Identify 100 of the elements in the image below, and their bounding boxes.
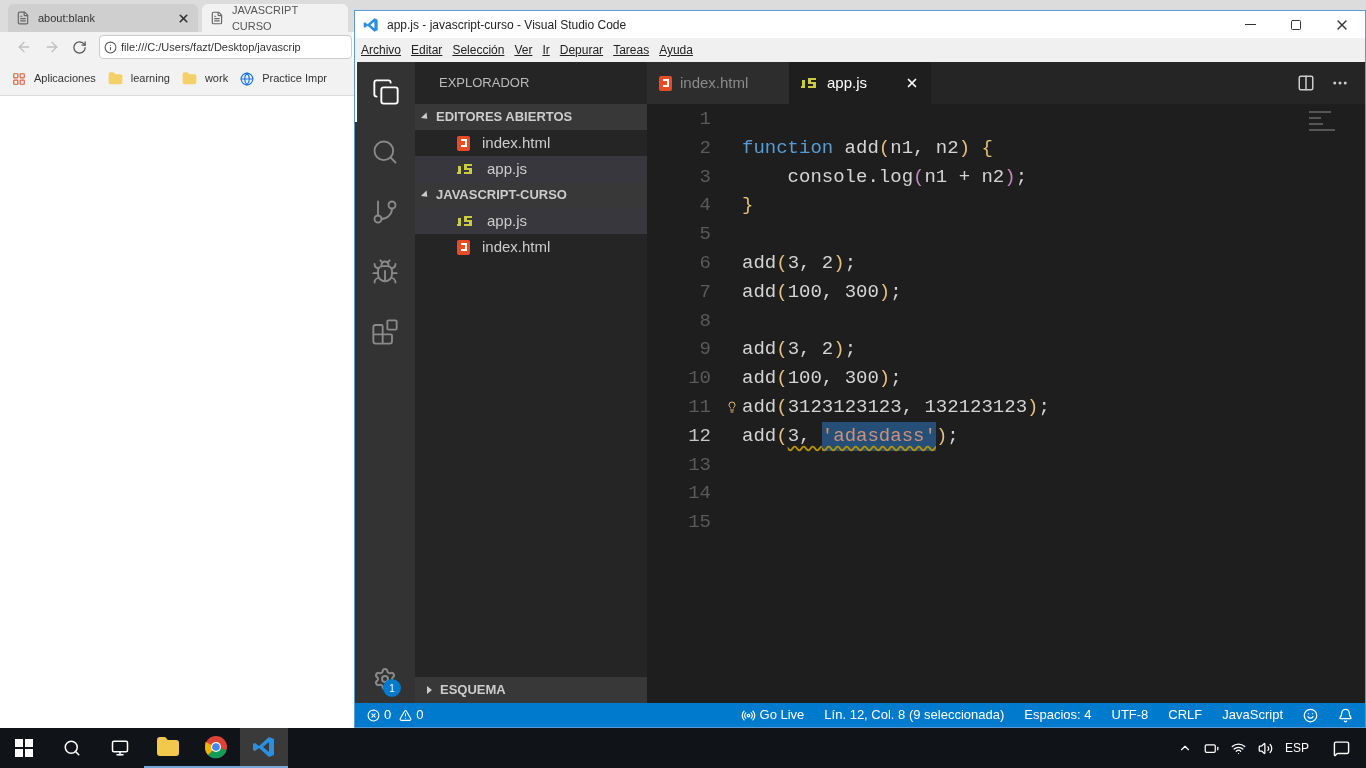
line-number: 7 [699,279,711,305]
notifications-icon[interactable] [1333,739,1350,757]
status-item[interactable]: Go Live [740,705,805,725]
close-icon[interactable] [177,11,190,25]
close-icon[interactable] [905,76,919,90]
folder-icon [107,71,123,86]
section-header[interactable]: JAVASCRIPT-CURSO [415,182,647,208]
bookmark[interactable]: Practice Impr [240,70,327,87]
windows-icon[interactable] [15,739,33,757]
js-file-icon [457,163,475,175]
code-token: add [742,423,777,449]
html-file-icon [457,135,470,151]
line-number: 9 [699,337,711,363]
menu-item[interactable]: Ver [514,41,533,59]
status-item[interactable]: UTF-8 [1111,705,1149,725]
code-token: ) [1027,394,1039,420]
language-indicator[interactable]: ESP [1285,739,1309,757]
maximize-icon [1290,18,1302,31]
search-icon [371,138,399,166]
status-item[interactable]: Lín. 12, Col. 8 (9 seleccionada) [824,705,1005,725]
code-token: ( [776,251,788,276]
error-icon [367,708,380,722]
browser-tab[interactable]: about:blank [8,4,198,32]
bookmark[interactable]: work [181,70,229,87]
code-token: ; [890,279,902,305]
line-number: 1 [699,107,711,132]
vscode-icon [252,735,276,759]
section-header[interactable]: ESQUEMA [415,677,647,703]
split-editor-icon[interactable] [1297,74,1315,92]
code-token: ) [935,423,948,449]
info-icon [104,40,117,54]
code-token: add [742,394,777,420]
window-title: app.js - javascript-curso - Visual Studio Code [387,16,627,34]
bookmark[interactable]: Aplicaciones [12,70,96,87]
code-token: { [980,135,993,161]
code-token: ( [878,135,891,161]
code-token: 100, 300 [787,279,879,305]
code-token: ) [833,337,845,363]
menu-item[interactable]: Archivo [361,41,401,59]
code-token: 100, 300 [787,366,879,392]
code-token: ( [913,164,925,190]
vscode-icon [363,16,379,33]
html-file-icon [659,75,672,91]
code-token: console.log [786,164,914,190]
code-token: ( [776,366,788,392]
smiley-icon[interactable] [1303,707,1318,723]
reload-icon[interactable] [72,39,87,55]
editor-tab[interactable]: index.html [647,62,789,104]
lightbulb-icon[interactable] [726,400,738,413]
code-token: function [742,135,834,161]
code-token: } [742,193,754,219]
code-token: n1, n2 [890,135,959,161]
line-number: 11 [688,394,711,420]
page-icon [210,11,224,25]
status-item[interactable]: CRLF [1168,705,1203,725]
volume-icon[interactable] [1258,740,1273,756]
error-count[interactable]: 0 [384,705,392,725]
file-item[interactable]: app.js [415,208,647,234]
address-bar[interactable]: file:///C:/Users/fazt/Desktop/javascrip [99,35,352,59]
browser-tab[interactable]: JAVASCRIPT CURSO [202,4,348,32]
search-icon[interactable] [63,739,81,757]
settings-icon[interactable] [373,667,397,691]
menu-item[interactable]: Tareas [613,41,650,59]
status-item[interactable]: Espacios: 4 [1024,705,1092,725]
sidebar-title: EXPLORADOR [439,74,530,93]
file-item[interactable]: app.js [415,156,647,182]
code-token: ) [878,366,891,392]
code-token: ; [1015,164,1028,190]
menu-item[interactable]: Ayuda [659,41,693,59]
line-number: 2 [699,135,711,161]
code-token: ( [776,279,788,305]
code-token: add [843,135,879,161]
page-icon [16,11,30,25]
line-number: 12 [688,423,711,449]
warning-icon [399,708,413,722]
bookmark[interactable]: learning [107,70,170,87]
menu-item[interactable]: Depurar [559,41,604,59]
task-view-icon[interactable] [111,739,129,757]
status-item[interactable]: JavaScript [1222,705,1283,725]
editor-tab[interactable]: app.js [789,62,931,104]
apps-icon [12,71,26,86]
branch-icon [371,198,399,226]
file-item[interactable]: index.html [415,130,647,156]
menu-item[interactable]: Editar [411,41,443,59]
line-number: 3 [699,164,711,190]
bell-icon[interactable] [1338,707,1353,723]
code-token: ) [878,279,891,305]
code-token: ( [776,337,788,363]
menu-item[interactable]: Ir [542,41,550,59]
line-number: 6 [699,251,711,276]
menu-item[interactable]: Selección [452,41,505,59]
code-token: ( [776,423,788,449]
file-item[interactable]: index.html [415,234,647,260]
section-header[interactable]: EDITORES ABIERTOS [415,104,647,130]
line-number: 8 [699,308,711,334]
notification-badge: 1 [383,679,401,697]
wifi-icon[interactable] [1231,740,1246,756]
folder-icon [181,71,197,86]
code-editor[interactable]: 1 2 3 4 5 6 7 8 9 10 11 12 13 14 15 function add(n1, n2) { console.log(n1 + n2); } add(3, 2); add(100, 300); add(3, 2); add(100, 300); add(3123123123, 132123123); add(3, 'adasdass'); [647,104,1365,703]
warning-count[interactable]: 0 [416,705,424,725]
